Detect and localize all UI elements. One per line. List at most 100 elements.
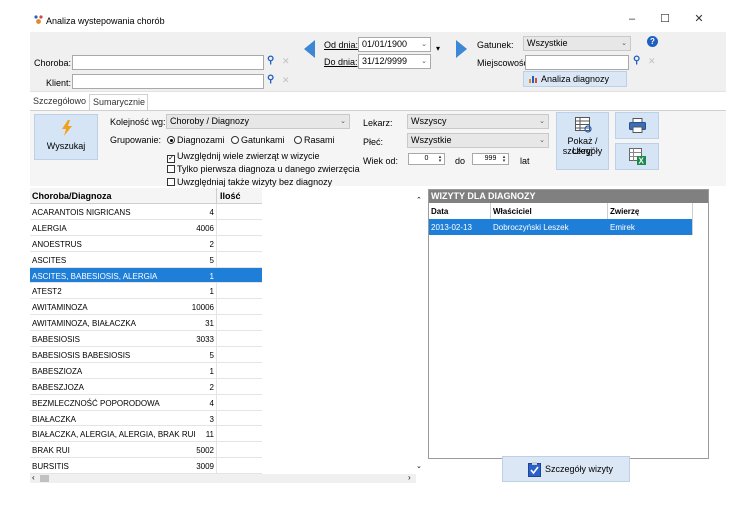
- kolejnosc-value: Choroby / Diagnozy: [170, 116, 250, 126]
- row-ilosc: 5: [209, 351, 214, 361]
- table-row[interactable]: ANOESTRUS 2: [30, 235, 262, 252]
- klient-clear-icon[interactable]: ✕: [282, 75, 290, 86]
- table-row[interactable]: AWITAMINOZA, BIAŁACZKA 31: [30, 315, 262, 332]
- wiek-do-spinner[interactable]: 999 ▴ ▾: [472, 153, 509, 165]
- table-row[interactable]: ACARANTOIS NIGRICANS 4: [30, 204, 262, 220]
- col-separator: [216, 188, 217, 204]
- lekarz-select[interactable]: Wszyscy ⌄: [407, 114, 549, 129]
- minimize-button[interactable]: –: [625, 12, 639, 26]
- check-bez-diagnozy-label: Uwzględniaj także wizyty bez diagnozy: [177, 177, 333, 187]
- table-row[interactable]: BRAK RUI 5002: [30, 442, 262, 459]
- table-row[interactable]: BIAŁACZKA 3: [30, 410, 262, 427]
- table-row[interactable]: ASCITES, BABESIOSIS, ALERGIA 1: [30, 267, 262, 284]
- col-header-data[interactable]: Data: [431, 207, 448, 216]
- check-bez-diagnozy[interactable]: Uwzględniaj także wizyty bez diagnozy: [167, 177, 332, 187]
- maximize-button[interactable]: ☐: [658, 12, 672, 26]
- choroba-clear-icon[interactable]: ✕: [282, 56, 290, 67]
- export-excel-button[interactable]: X: [615, 143, 659, 170]
- scroll-up-icon[interactable]: ⌃: [416, 196, 422, 204]
- choroba-input[interactable]: [72, 55, 264, 70]
- tab-szczegolowo[interactable]: Szczegółowo: [30, 94, 88, 111]
- radio-diagnozami[interactable]: Diagnozami: [167, 135, 225, 145]
- row-diagnoza: ASCITES: [32, 255, 67, 265]
- visits-panel: WIZYTY DLA DIAGNOZY Data Właściciel Zwie…: [428, 189, 709, 459]
- date-prev-button[interactable]: [302, 36, 317, 62]
- date-dropdown-icon[interactable]: ▾: [436, 44, 440, 53]
- search-button[interactable]: Wyszukaj: [34, 114, 98, 160]
- table-row[interactable]: BABESZIOZA 1: [30, 362, 262, 379]
- radio-rasami[interactable]: Rasami: [294, 135, 335, 145]
- row-diagnoza: BIAŁACZKA: [32, 414, 77, 424]
- wiek-od-value: 0: [424, 155, 429, 162]
- plec-label: Płeć:: [363, 137, 384, 147]
- scroll-thumb[interactable]: [40, 475, 49, 482]
- check-pierwsza-diagnoza[interactable]: Tylko pierwsza diagnoza u danego zwierzę…: [167, 164, 360, 174]
- table-row[interactable]: ALERGIA 4006: [30, 219, 262, 236]
- lekarz-value: Wszyscy: [411, 116, 447, 126]
- help-icon[interactable]: ?: [647, 36, 658, 47]
- od-dnia-picker[interactable]: 01/01/1900 ⌄: [358, 37, 431, 52]
- table-row[interactable]: BEZMLECZNOŚĆ POPORODOWA 4: [30, 394, 262, 411]
- col-header-diagnoza[interactable]: Choroba/Diagnoza: [32, 191, 112, 201]
- col-header-wlasciciel[interactable]: Właściciel: [493, 207, 532, 216]
- table-row[interactable]: BURSITIS 3009: [30, 458, 262, 474]
- row-diagnoza: BIAŁACZKA, ALERGIA, ALERGIA, BRAK RUI: [32, 430, 196, 440]
- wiek-unit: lat: [520, 156, 530, 166]
- table-row[interactable]: ATEST2 1: [30, 283, 262, 300]
- row-ilosc: 3: [209, 414, 214, 424]
- toggle-details-button[interactable]: Pokaż / Ukryj szczegóły: [556, 112, 609, 170]
- window-title: Analiza wystepowania chorób: [46, 16, 165, 26]
- table-row[interactable]: BABESIOSIS BABESIOSIS 5: [30, 347, 262, 363]
- check-wiele-zwierzat[interactable]: ✓ Uwzględnij wiele zwierząt w wizycie: [167, 151, 320, 163]
- row-diagnoza: BABESIOSIS: [32, 335, 81, 345]
- scroll-left-icon[interactable]: ‹: [32, 473, 35, 482]
- chevron-down-icon: ⌄: [539, 137, 545, 144]
- radio-gatunkami[interactable]: Gatunkami: [231, 135, 285, 145]
- visit-details-button[interactable]: Szczegóły wizyty: [502, 456, 630, 482]
- col-header-zwierze[interactable]: Zwierzę: [610, 207, 639, 216]
- row-diagnoza: BABESZJOZA: [32, 382, 85, 392]
- scroll-down-icon[interactable]: ⌄: [416, 462, 422, 470]
- analiza-diagnozy-label: Analiza diagnozy: [541, 74, 610, 84]
- table-row[interactable]: BIAŁACZKA, ALERGIA, ALERGIA, BRAK RUI 11: [30, 426, 262, 443]
- scroll-right-icon[interactable]: ›: [408, 473, 411, 482]
- table-row[interactable]: BABESIOSIS 3033: [30, 331, 262, 348]
- visits-column-headers: Data Właściciel Zwierzę: [429, 203, 692, 219]
- radio-diagnozami-label: Diagnozami: [177, 135, 225, 145]
- miejscowosc-label: Miejscowość:: [477, 58, 531, 68]
- title-bar: Analiza wystepowania chorób – ☐ ✕: [0, 0, 756, 32]
- klient-input[interactable]: [72, 74, 264, 89]
- miejscowosc-clear-icon[interactable]: ✕: [648, 56, 656, 67]
- choroba-search-icon[interactable]: ⚲: [267, 55, 274, 66]
- close-button[interactable]: ✕: [692, 12, 706, 26]
- visit-row[interactable]: 2013-02-13 Dobroczyński Leszek Emirek: [429, 219, 692, 235]
- grid-horizontal-scrollbar[interactable]: ‹ ›: [30, 473, 416, 483]
- miejscowosc-search-icon[interactable]: ⚲: [633, 55, 640, 66]
- visits-header: WIZYTY DLA DIAGNOZY: [429, 190, 708, 203]
- row-ilosc: 3033: [196, 335, 214, 345]
- table-row[interactable]: ASCITES 5: [30, 251, 262, 268]
- date-next-button[interactable]: [454, 36, 469, 62]
- miejscowosc-input[interactable]: [525, 55, 629, 70]
- grid-vertical-scrollbar[interactable]: ⌃ ⌄: [415, 196, 424, 470]
- tab-sumarycznie[interactable]: Sumarycznie: [89, 94, 148, 111]
- analiza-diagnozy-button[interactable]: Analiza diagnozy: [523, 71, 627, 87]
- choroba-label: Choroba:: [34, 58, 72, 68]
- table-row[interactable]: BABESZJOZA 2: [30, 378, 262, 395]
- wiek-label: Wiek od:: [363, 156, 399, 166]
- chevron-down-icon: ⌄: [621, 40, 627, 47]
- col-separator: [216, 331, 217, 347]
- kolejnosc-select[interactable]: Choroby / Diagnozy ⌄: [166, 114, 350, 129]
- do-dnia-picker[interactable]: 31/12/9999 ⌄: [358, 54, 431, 69]
- lekarz-label: Lekarz:: [363, 118, 393, 128]
- wiek-od-spinner[interactable]: 0 ▴ ▾: [408, 153, 445, 165]
- print-button[interactable]: [615, 112, 659, 139]
- col-separator: [216, 394, 217, 410]
- table-row[interactable]: AWITAMINOZA 10006: [30, 299, 262, 316]
- plec-select[interactable]: Wszystkie ⌄: [407, 133, 549, 148]
- klient-search-icon[interactable]: ⚲: [267, 74, 274, 85]
- row-ilosc: 2: [209, 239, 214, 249]
- col-header-ilosc[interactable]: Ilość: [220, 191, 241, 201]
- gatunek-select[interactable]: Wszystkie ⌄: [523, 36, 631, 51]
- chevron-down-icon: ⌄: [340, 118, 346, 125]
